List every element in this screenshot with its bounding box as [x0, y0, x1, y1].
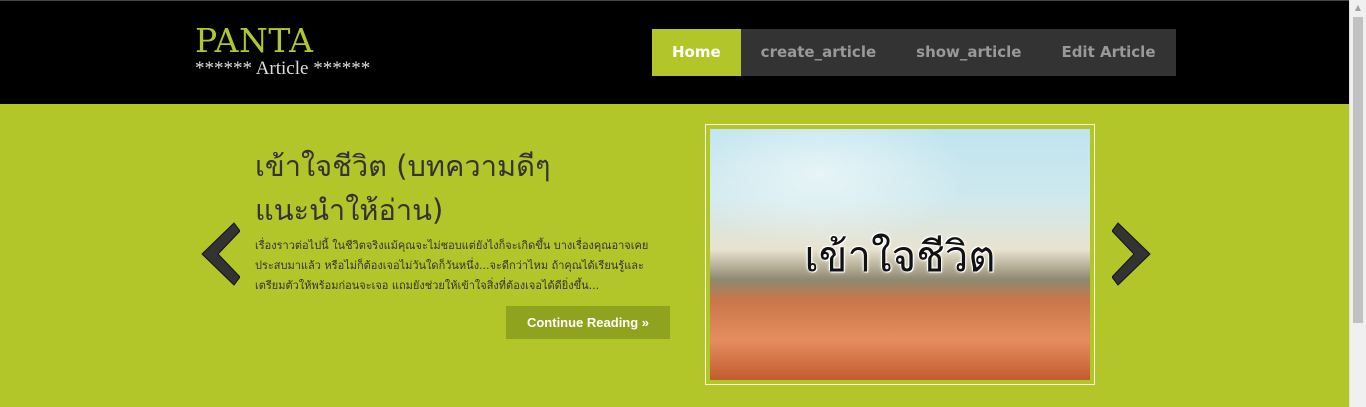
- next-slide-button[interactable]: [1111, 221, 1152, 287]
- scroll-up-arrow-icon[interactable]: ▲: [1350, 0, 1366, 16]
- chevron-left-icon: [201, 222, 241, 286]
- chevron-right-icon: [1111, 222, 1151, 286]
- slide-excerpt-line-3: เตรียมตัวให้พร้อมก่อนจะเจอ แถมยังช่วยให้…: [255, 279, 600, 292]
- page-scrollbar[interactable]: ▲: [1349, 0, 1366, 407]
- slide-excerpt-line-2: ประสบมาแล้ว หรือไม่ก็ต้องเจอไม่วันใดก็วั…: [255, 259, 644, 272]
- logo-subtitle: ****** Article ******: [195, 58, 371, 79]
- slide-title[interactable]: เข้าใจชีวิต (บทความดีๆ แนะนำให้อ่าน): [255, 144, 675, 232]
- scrollbar-thumb[interactable]: [1353, 17, 1363, 323]
- nav-item-home[interactable]: Home: [652, 29, 741, 76]
- featured-slider: เข้าใจชีวิต (บทความดีๆ แนะนำให้อ่าน) เรื…: [0, 104, 1349, 407]
- slide-title-line-2: แนะนำให้อ่าน): [255, 193, 444, 227]
- slide-image-picture: เข้าใจชีวิต: [710, 129, 1090, 380]
- slide-excerpt-line-1: เรื่องราวต่อไปนี้ ในชีวิตจริงแม้คุณจะไม่…: [255, 239, 649, 252]
- slide-image-caption: เข้าใจชีวิต: [804, 232, 996, 281]
- logo-title: PANTA: [195, 21, 314, 60]
- slide-excerpt: เรื่องราวต่อไปนี้ ในชีวิตจริงแม้คุณจะไม่…: [255, 236, 675, 296]
- nav-item-create-article[interactable]: create_article: [741, 29, 896, 76]
- site-header: PANTA ****** Article ****** Home create_…: [0, 0, 1349, 104]
- continue-reading-button[interactable]: Continue Reading »: [506, 306, 670, 339]
- nav-item-edit-article[interactable]: Edit Article: [1041, 29, 1175, 76]
- main-nav: Home create_article show_article Edit Ar…: [652, 29, 1176, 76]
- prev-slide-button[interactable]: [200, 221, 241, 287]
- slide-image[interactable]: เข้าใจชีวิต: [705, 124, 1095, 385]
- site-logo[interactable]: PANTA ****** Article ******: [195, 23, 370, 79]
- nav-item-show-article[interactable]: show_article: [896, 29, 1041, 76]
- slide-title-line-1: เข้าใจชีวิต (บทความดีๆ: [255, 149, 551, 183]
